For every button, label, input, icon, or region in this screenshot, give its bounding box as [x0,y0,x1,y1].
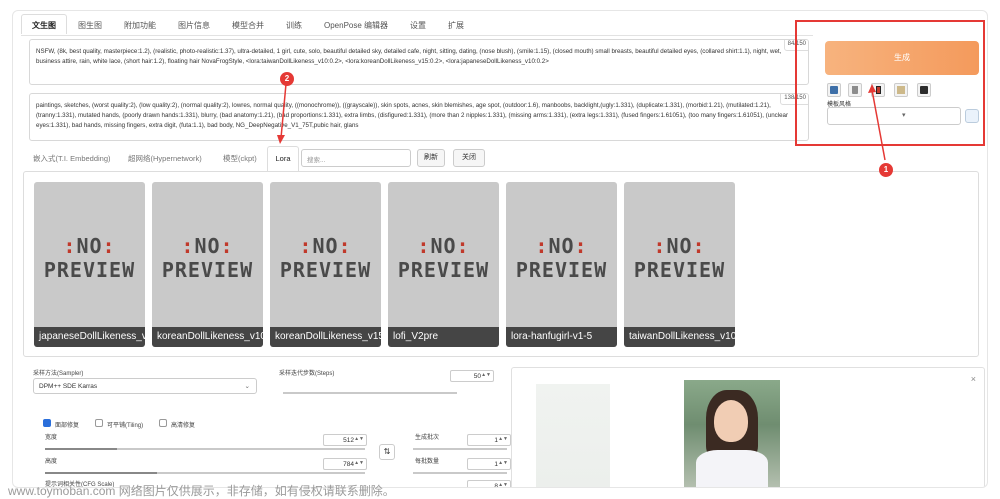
annotation-arrows [277,83,886,161]
callout-2: 2 [280,72,294,86]
callout-1: 1 [879,163,893,177]
watermark: www.toymoban.com 网络图片仅供展示，非存储，如有侵权请联系删除。 [8,484,395,498]
